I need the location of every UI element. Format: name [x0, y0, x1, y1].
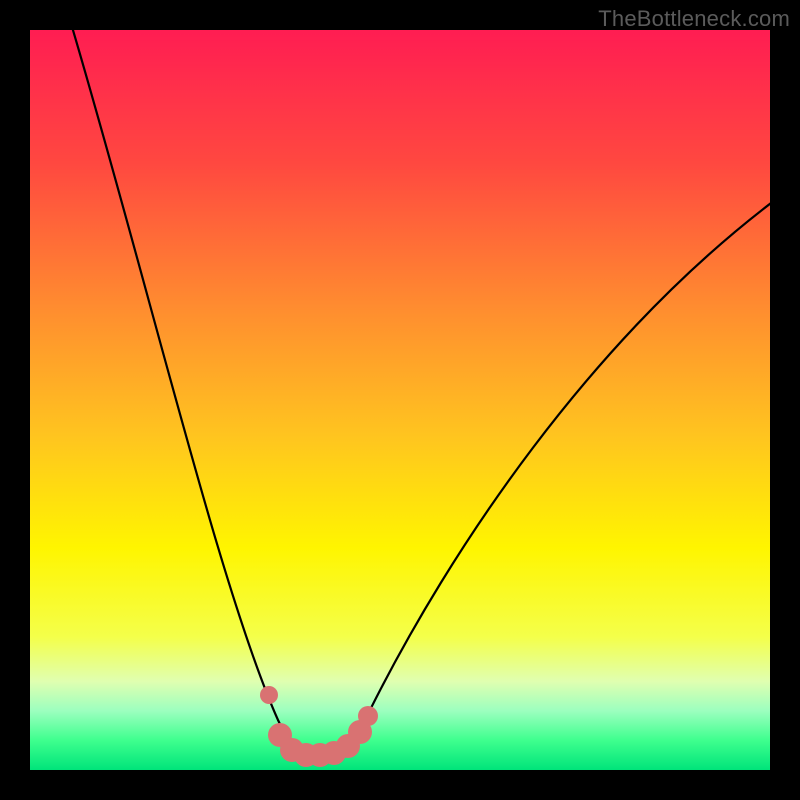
watermark-text: TheBottleneck.com — [598, 6, 790, 32]
valley-markers — [30, 30, 770, 770]
chart-frame — [30, 30, 770, 770]
